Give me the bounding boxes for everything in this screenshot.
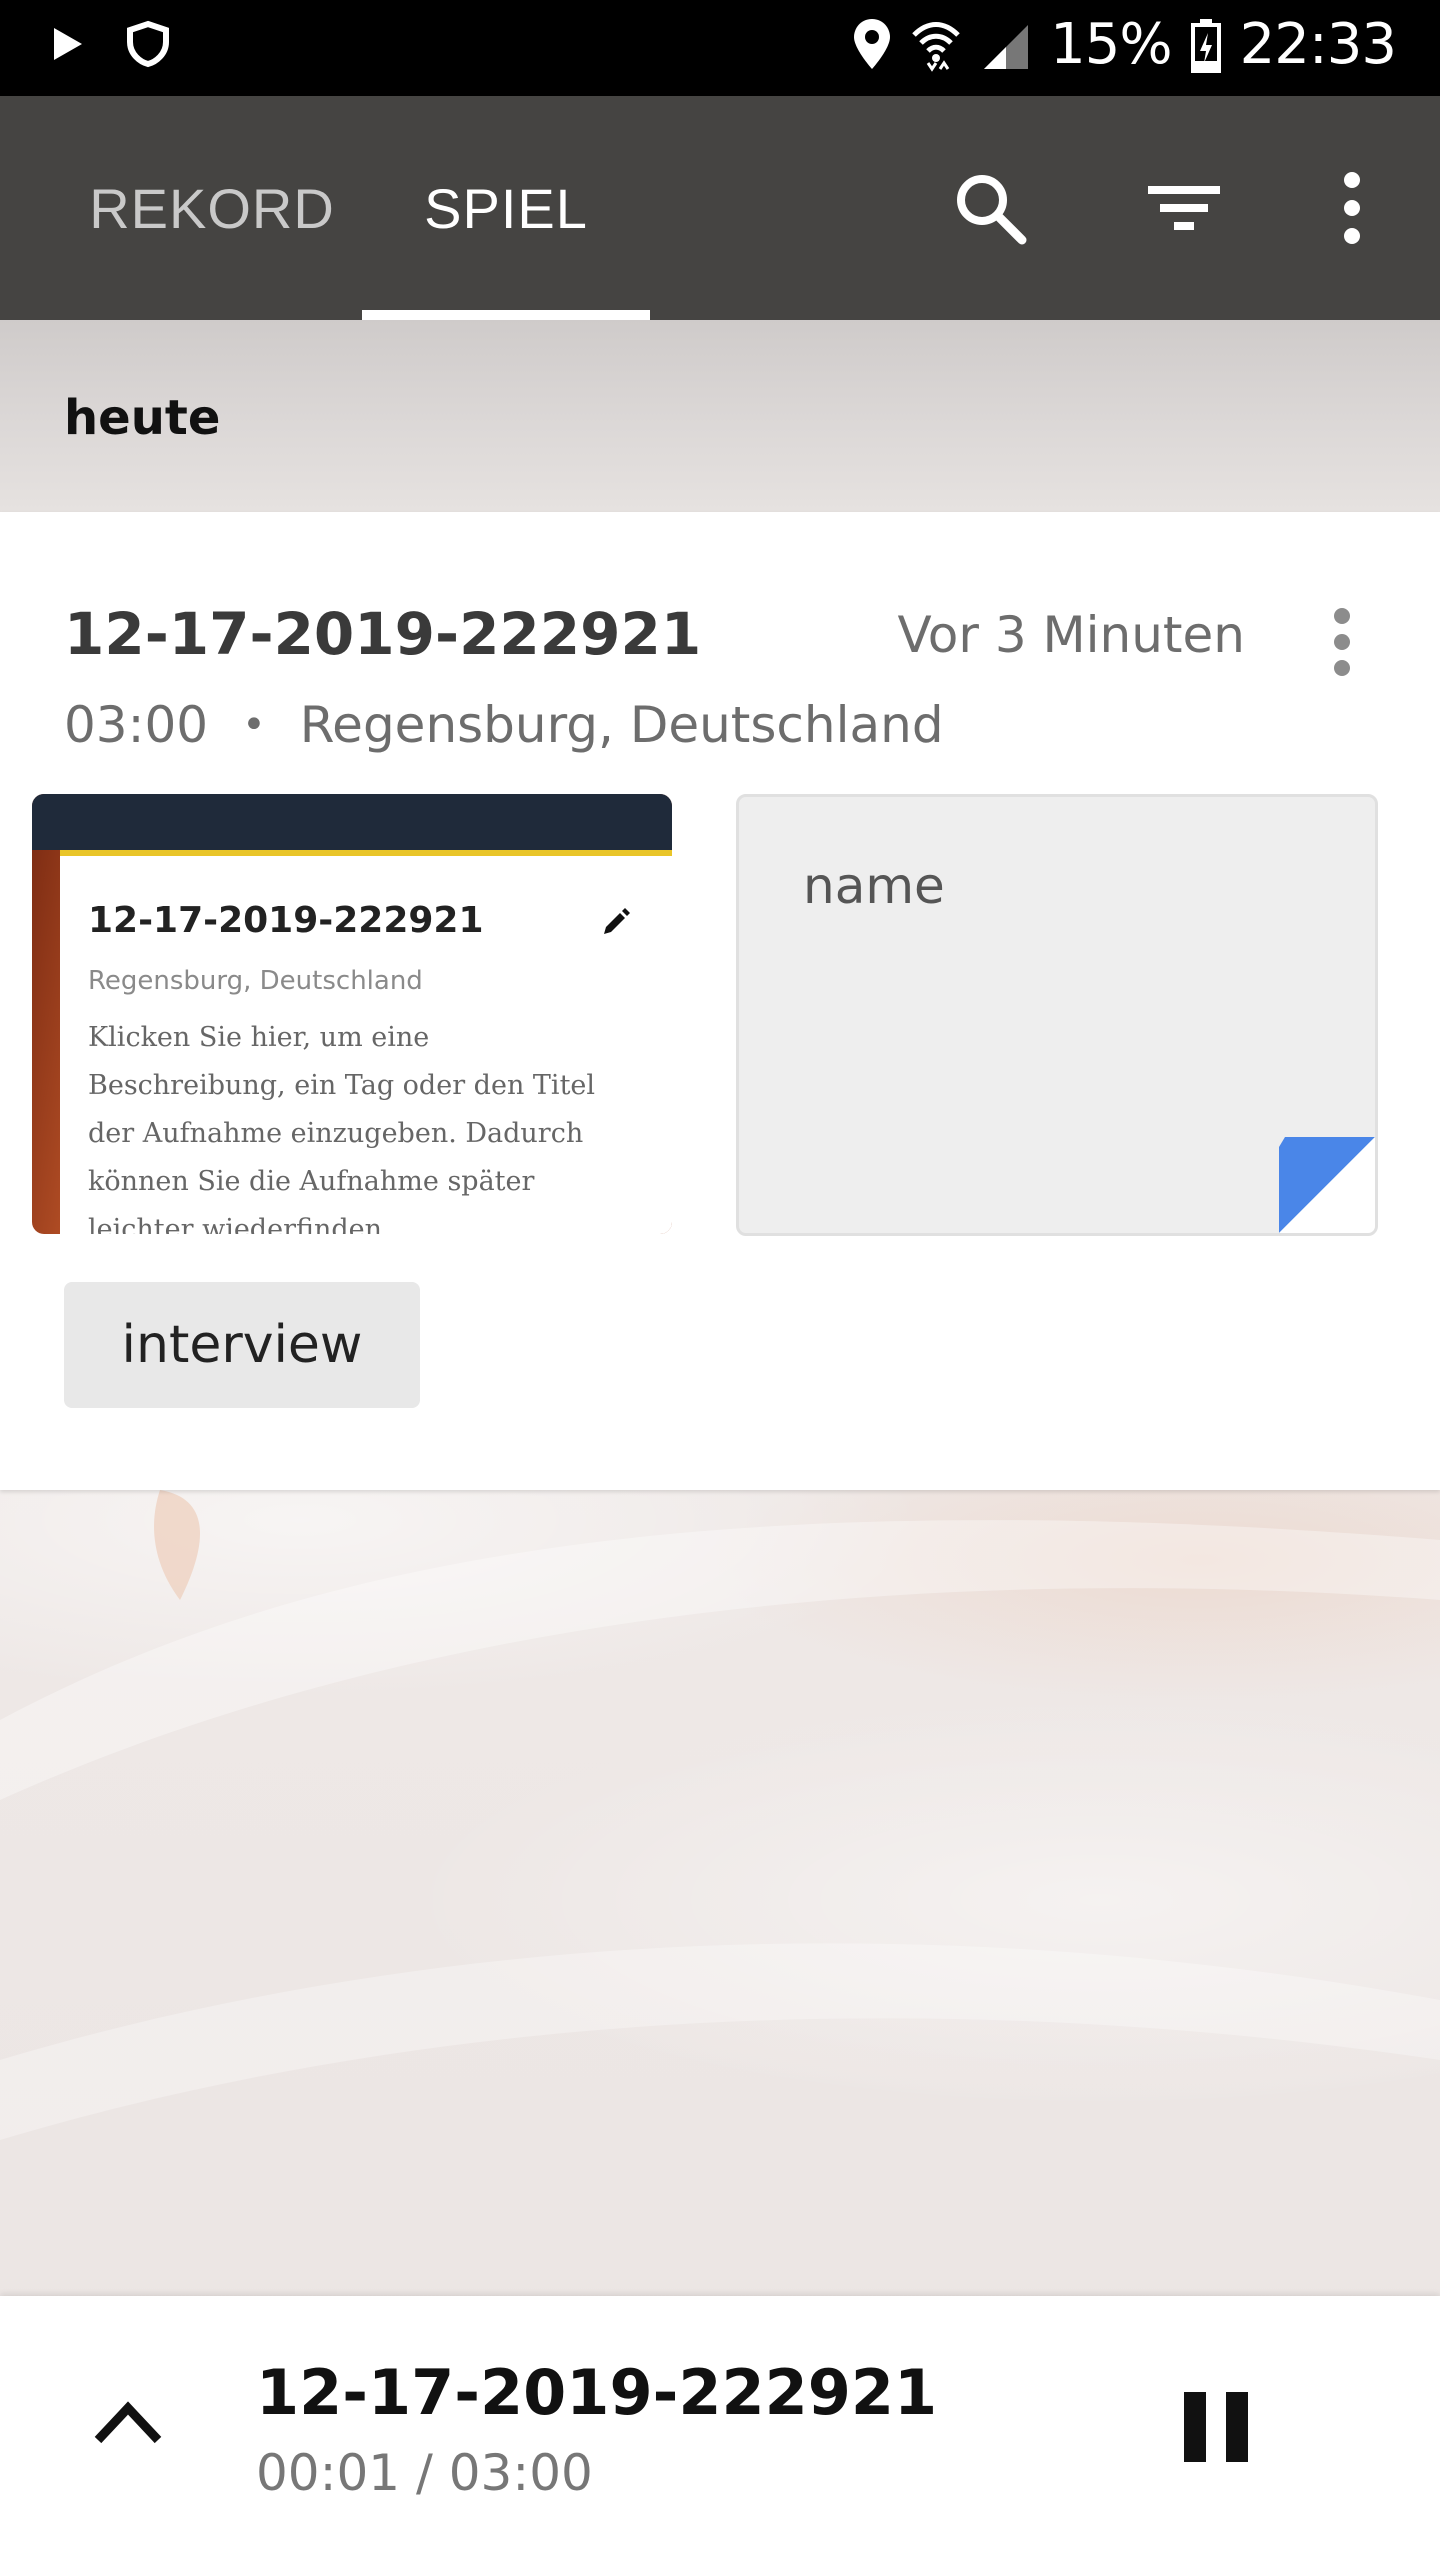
thumbnail-header (32, 794, 672, 850)
app-bar: REKORD SPIEL (0, 96, 1440, 320)
thumbnail-title: 12-17-2019-222921 (88, 900, 484, 941)
note-label: name (803, 857, 945, 915)
player-title: 12-17-2019-222921 (256, 2356, 938, 2429)
section-header-label: heute (64, 390, 221, 446)
tag-chip[interactable]: interview (64, 1282, 420, 1408)
recording-meta: 03:00 • Regensburg, Deutschland (64, 696, 944, 754)
battery-icon (1190, 18, 1221, 73)
note-card[interactable]: name (736, 794, 1378, 1236)
recording-thumbnail[interactable]: 12-17-2019-222921 Regensburg, Deutschlan… (32, 794, 672, 1234)
player-progress: 00:01 / 03:00 (256, 2444, 593, 2502)
thumbnail-description: Klicken Sie hier, um eine Beschreibung, … (88, 1022, 596, 1234)
section-header: heute (0, 320, 1440, 512)
status-bar: 15% 22:33 (0, 0, 1440, 96)
play-icon (54, 28, 82, 60)
tab-indicator (362, 310, 650, 320)
location-icon (854, 18, 891, 69)
thumbnail-location: Regensburg, Deutschland (88, 966, 423, 996)
search-icon[interactable] (948, 166, 1032, 250)
pencil-icon (604, 908, 630, 934)
battery-percent: 15% (1050, 12, 1172, 77)
filter-icon[interactable] (1142, 166, 1226, 250)
thumbnail-paper: 12-17-2019-222921 Regensburg, Deutschlan… (60, 850, 672, 1234)
mini-player[interactable]: 12-17-2019-222921 00:01 / 03:00 (0, 2296, 1440, 2560)
clock: 22:33 (1239, 12, 1397, 77)
chevron-up-icon[interactable] (92, 2392, 164, 2448)
tab-rekord[interactable]: REKORD (62, 96, 362, 320)
shield-icon (127, 20, 169, 68)
meta-separator: • (242, 702, 266, 748)
recording-title: 12-17-2019-222921 (64, 600, 702, 668)
pause-icon[interactable] (1180, 2388, 1252, 2466)
recording-time-ago: Vor 3 Minuten (897, 606, 1245, 664)
more-vert-icon[interactable] (1310, 166, 1394, 250)
recording-card[interactable]: 12-17-2019-222921 Vor 3 Minuten 03:00 • … (0, 512, 1440, 1490)
recording-duration: 03:00 (64, 696, 209, 754)
page-fold-icon (1279, 1137, 1375, 1233)
signal-icon (984, 24, 1029, 69)
recording-location: Regensburg, Deutschland (299, 696, 944, 754)
card-more-icon[interactable] (1318, 604, 1366, 684)
tab-spiel[interactable]: SPIEL (362, 96, 650, 320)
wifi-icon (912, 21, 960, 72)
